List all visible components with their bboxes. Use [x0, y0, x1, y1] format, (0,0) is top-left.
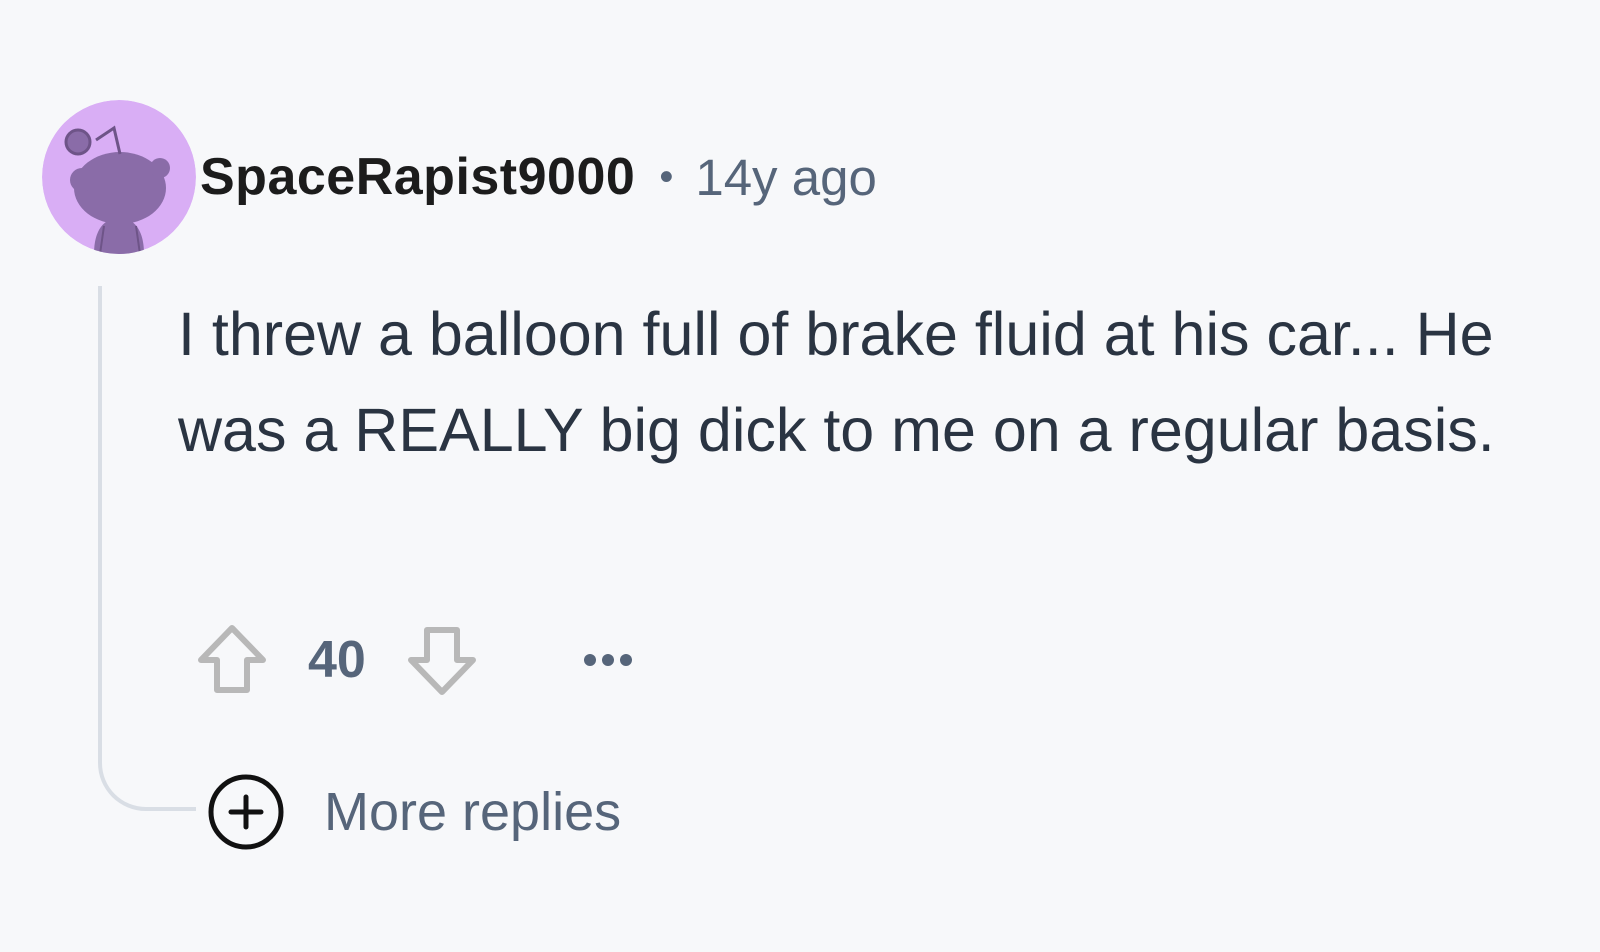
comment-actions: 40 [196, 620, 638, 700]
upvote-button[interactable] [196, 620, 268, 700]
overflow-menu-button[interactable] [578, 620, 638, 700]
meta-separator: • [659, 155, 674, 199]
comment-page: SpaceRapist9000 • 14y ago I threw a ball… [0, 0, 1600, 952]
plus-circle-icon [206, 772, 286, 852]
user-avatar[interactable] [42, 100, 196, 254]
username-link[interactable]: SpaceRapist9000 [200, 147, 635, 207]
more-horizontal-icon [583, 654, 632, 666]
comment-body: I threw a balloon full of brake fluid at… [178, 300, 1495, 464]
comment-header: SpaceRapist9000 • 14y ago [200, 146, 877, 208]
arrow-up-icon [198, 625, 266, 693]
vote-score: 40 [308, 631, 366, 689]
more-replies-button[interactable]: More replies [206, 772, 621, 852]
snoo-avatar-icon [42, 100, 196, 254]
downvote-button[interactable] [406, 620, 478, 700]
more-replies-label: More replies [324, 782, 622, 842]
arrow-down-icon [407, 627, 476, 695]
timestamp[interactable]: 14y ago [695, 148, 877, 207]
